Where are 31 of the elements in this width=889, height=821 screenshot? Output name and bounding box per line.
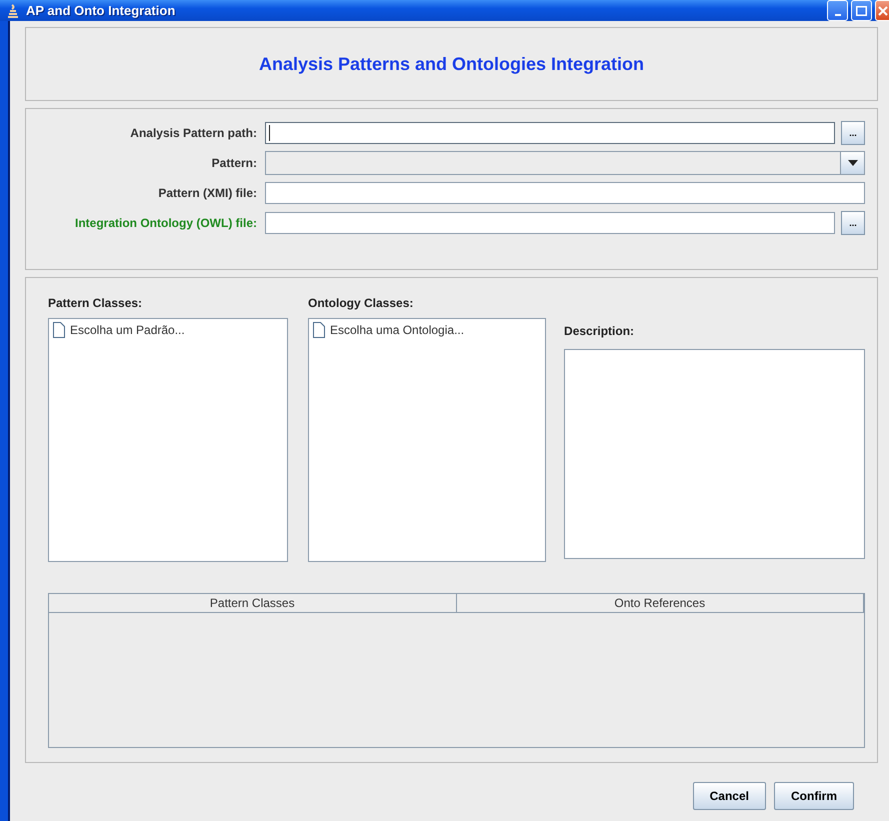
column-header[interactable]: Onto References: [456, 594, 864, 613]
description-label: Description:: [564, 323, 636, 340]
field-label: Analysis Pattern path:: [129, 125, 258, 142]
window-title: AP and Onto Integration: [26, 2, 176, 20]
minimize-icon: [834, 14, 840, 16]
maximize-button[interactable]: [851, 0, 872, 21]
document-icon: [52, 322, 66, 338]
browse-button[interactable]: ...: [841, 121, 865, 145]
input-field[interactable]: [265, 212, 835, 234]
header-title: Analysis Patterns and Ontologies Integration: [25, 27, 878, 101]
app-icon: [6, 2, 20, 18]
confirm-button[interactable]: Confirm: [774, 782, 854, 810]
list-label: Pattern Classes:: [48, 295, 144, 312]
field-label: Integration Ontology (OWL) file:: [74, 215, 258, 232]
close-button[interactable]: [875, 0, 889, 21]
document-icon: [312, 322, 326, 338]
maximize-icon: [856, 6, 867, 16]
list-item[interactable]: Escolha uma Ontologia...: [312, 321, 542, 339]
input-field[interactable]: [265, 182, 865, 204]
column-header[interactable]: Pattern Classes: [49, 594, 456, 613]
description-field[interactable]: [564, 349, 866, 559]
list-item[interactable]: Escolha um Padrão...: [52, 321, 284, 339]
caret-icon: [848, 160, 858, 166]
browse-button[interactable]: ...: [841, 211, 865, 235]
cancel-button[interactable]: Cancel: [692, 782, 766, 810]
input-field[interactable]: [265, 122, 835, 144]
minimize-button[interactable]: [827, 0, 848, 21]
field-label: Pattern (XMI) file:: [157, 185, 258, 202]
close-icon: [878, 6, 888, 16]
list-label: Ontology Classes:: [308, 295, 414, 312]
field-label: Pattern:: [210, 155, 258, 172]
